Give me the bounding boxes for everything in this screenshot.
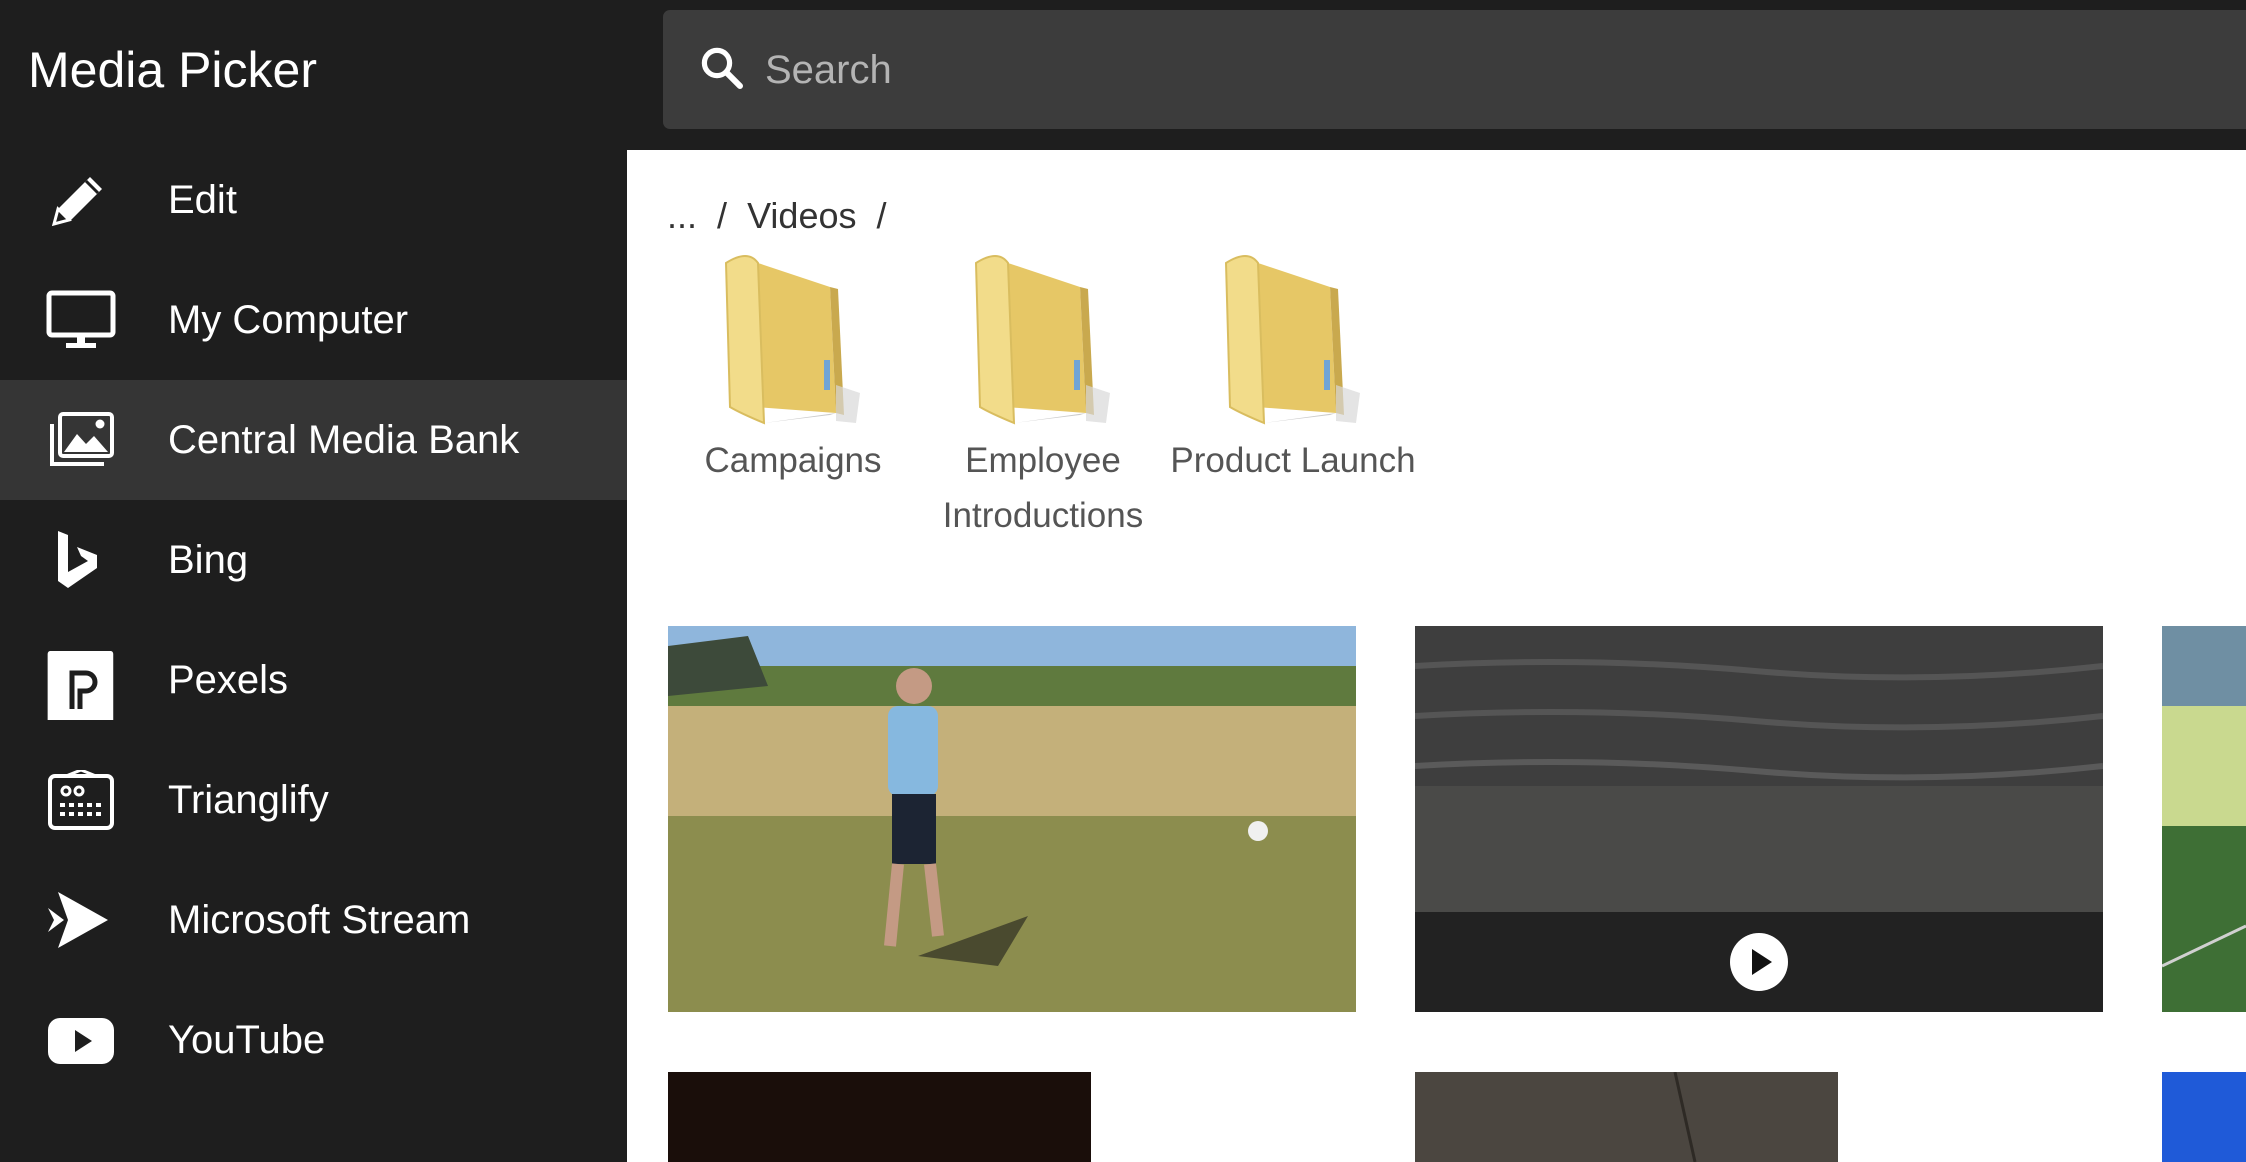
video-preview-image: [2162, 1072, 2246, 1162]
video-thumbnail[interactable]: [1415, 1072, 1838, 1162]
search-icon[interactable]: [698, 44, 746, 92]
video-preview-image: [668, 1072, 1091, 1162]
image-stack-icon: [50, 412, 114, 466]
youtube-icon: [48, 1018, 114, 1064]
sidebar-item-label: Central Media Bank: [168, 418, 520, 462]
video-preview-image: [668, 626, 1356, 1012]
sidebar-item-label: YouTube: [168, 1018, 326, 1062]
pencil-icon: [51, 177, 102, 227]
folder-icon: [974, 255, 1110, 425]
pexels-icon: [47, 651, 114, 720]
folder-label: Product Launch: [1170, 441, 1416, 480]
folder-icon: [1224, 255, 1360, 425]
video-thumbnail[interactable]: [668, 1072, 1091, 1162]
video-thumbnail[interactable]: [668, 626, 1356, 1012]
content-panel: ... / Videos / Campaigns Employee Introd…: [627, 150, 2246, 1162]
sidebar-item-my-computer[interactable]: My Computer: [0, 260, 627, 380]
breadcrumb-ellipsis[interactable]: ...: [667, 195, 697, 236]
app-title: Media Picker: [28, 42, 317, 98]
sidebar-item-label: Bing: [168, 538, 249, 582]
sidebar: Edit My Computer Central Media Bank Bing…: [0, 140, 627, 1100]
video-preview-image: [1415, 1072, 1838, 1162]
breadcrumb-current[interactable]: Videos: [747, 195, 856, 236]
video-overlay-bar: [1415, 912, 2103, 1012]
trianglify-icon: [48, 770, 114, 830]
breadcrumb-separator: /: [876, 195, 887, 236]
play-icon[interactable]: [1729, 932, 1789, 992]
sidebar-item-label: My Computer: [168, 298, 409, 342]
folder-label: Employee Introductions: [942, 441, 1144, 535]
sidebar-item-youtube[interactable]: YouTube: [0, 980, 627, 1100]
sidebar-item-edit[interactable]: Edit: [0, 140, 627, 260]
folder-product-launch[interactable]: Product Launch: [1168, 245, 1418, 488]
folder-icon: [724, 255, 860, 425]
breadcrumb: ... / Videos /: [667, 195, 897, 237]
folder-employee-introductions[interactable]: Employee Introductions: [918, 245, 1168, 543]
sidebar-item-central-media-bank[interactable]: Central Media Bank: [0, 380, 627, 500]
monitor-icon: [46, 290, 116, 348]
sidebar-item-label: Pexels: [168, 658, 289, 702]
video-preview-image: [2162, 626, 2246, 1012]
search-input[interactable]: [763, 24, 2167, 117]
sidebar-item-label: Edit: [168, 178, 237, 222]
sidebar-item-label: Microsoft Stream: [168, 898, 471, 942]
bing-icon: [58, 531, 97, 588]
sidebar-item-bing[interactable]: Bing: [0, 500, 627, 620]
breadcrumb-separator: /: [717, 195, 728, 236]
folder-campaigns[interactable]: Campaigns: [668, 245, 918, 488]
folder-label: Campaigns: [704, 441, 882, 480]
sidebar-item-trianglify[interactable]: Trianglify: [0, 740, 627, 860]
sidebar-item-label: Trianglify: [168, 778, 329, 822]
video-thumbnail[interactable]: [2162, 1072, 2246, 1162]
video-thumbnail[interactable]: [2162, 626, 2246, 1012]
stream-icon: [48, 892, 108, 948]
sidebar-item-pexels[interactable]: Pexels: [0, 620, 627, 740]
search-bar[interactable]: [663, 10, 2246, 129]
sidebar-item-microsoft-stream[interactable]: Microsoft Stream: [0, 860, 627, 980]
video-thumbnail[interactable]: [1415, 626, 2103, 1012]
